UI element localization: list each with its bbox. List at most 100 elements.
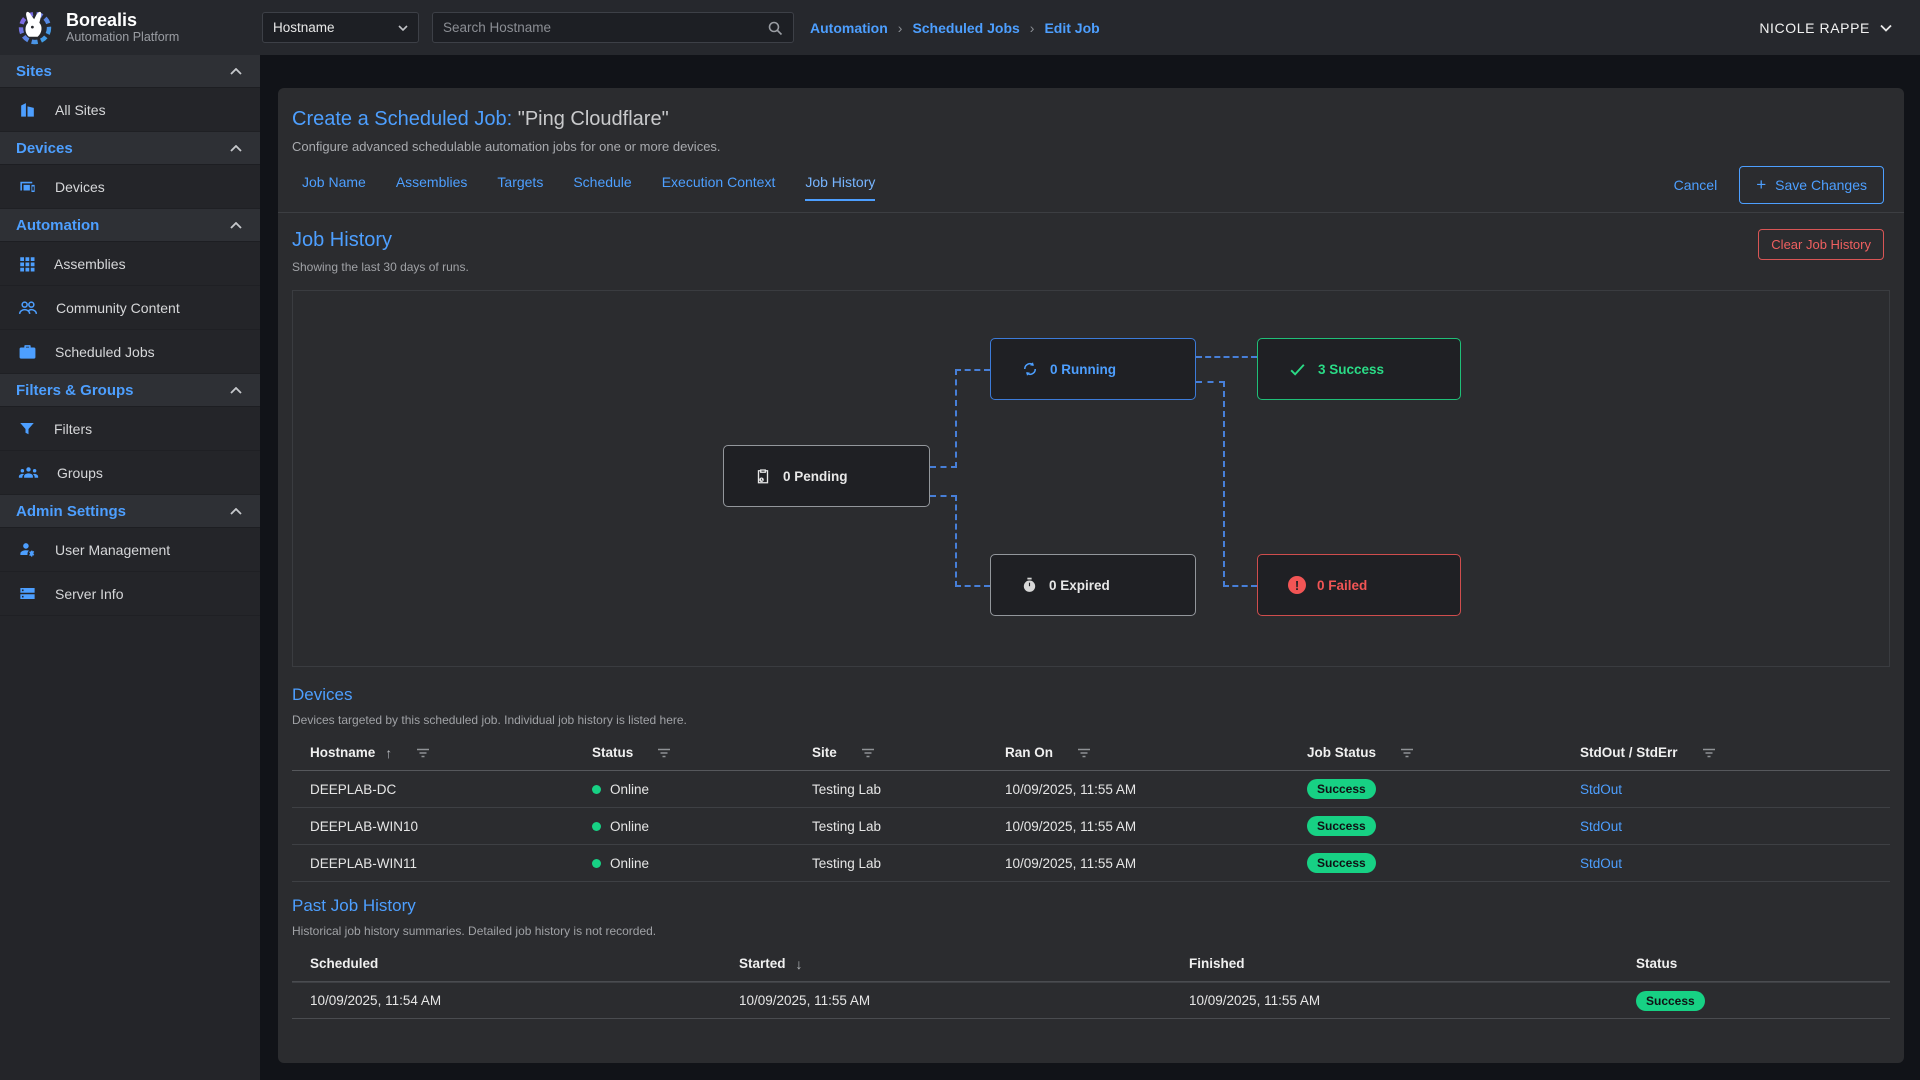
clipboard-clock-icon: [754, 467, 772, 485]
col-ran-on[interactable]: Ran On: [1005, 745, 1053, 760]
section-label: Automation: [16, 217, 99, 234]
col-started[interactable]: Started: [739, 956, 786, 971]
search-input[interactable]: [443, 20, 767, 35]
col-hostname[interactable]: Hostname: [310, 745, 375, 760]
flow-node-pending[interactable]: 0 Pending: [723, 445, 930, 507]
sort-asc-icon[interactable]: ↑: [385, 745, 392, 761]
site-cell: Testing Lab: [812, 819, 1005, 834]
connector: [930, 466, 957, 468]
filter-icon[interactable]: [416, 748, 430, 758]
sidebar-item-scheduled-jobs[interactable]: Scheduled Jobs: [0, 330, 260, 374]
table-row[interactable]: 10/09/2025, 11:54 AM 10/09/2025, 11:55 A…: [292, 982, 1890, 1019]
clear-job-history-button[interactable]: Clear Job History: [1758, 229, 1884, 260]
sidebar-item-devices[interactable]: Devices: [0, 165, 260, 209]
sidebar-section-devices[interactable]: Devices: [0, 132, 260, 165]
connector: [955, 369, 957, 468]
tab-job-history[interactable]: Job History: [805, 174, 875, 201]
online-dot-icon: [592, 785, 601, 794]
col-site[interactable]: Site: [812, 745, 837, 760]
flow-node-expired[interactable]: 0 Expired: [990, 554, 1196, 616]
past-history-subtitle: Historical job history summaries. Detail…: [292, 924, 1890, 938]
user-menu[interactable]: NICOLE RAPPE: [1759, 0, 1892, 55]
sidebar-item-label: User Management: [55, 542, 170, 558]
stdout-link[interactable]: StdOut: [1580, 782, 1622, 797]
stdout-link[interactable]: StdOut: [1580, 819, 1622, 834]
chevron-up-icon: [230, 387, 242, 394]
sidebar-item-label: All Sites: [55, 102, 106, 118]
col-status[interactable]: Status: [1636, 956, 1677, 971]
search-icon[interactable]: [767, 20, 783, 36]
connector: [1196, 356, 1257, 358]
sidebar-item-community-content[interactable]: Community Content: [0, 286, 260, 330]
started-cell: 10/09/2025, 11:55 AM: [739, 993, 1189, 1008]
search-box[interactable]: [432, 12, 794, 43]
flow-node-failed[interactable]: ! 0 Failed: [1257, 554, 1461, 616]
plus-icon: +: [1756, 175, 1766, 195]
filter-icon[interactable]: [1077, 748, 1091, 758]
save-changes-button[interactable]: + Save Changes: [1739, 166, 1884, 204]
job-history-subtitle: Showing the last 30 days of runs.: [292, 260, 1890, 274]
chevron-up-icon: [230, 145, 242, 152]
sidebar-item-all-sites[interactable]: All Sites: [0, 88, 260, 132]
table-row[interactable]: DEEPLAB-WIN11 Online Testing Lab 10/09/2…: [292, 845, 1890, 882]
expired-count-label: 0 Expired: [1049, 578, 1110, 593]
col-stdout-stderr[interactable]: StdOut / StdErr: [1580, 745, 1678, 760]
breadcrumb-edit-job[interactable]: Edit Job: [1044, 20, 1099, 36]
borealis-logo-icon: [14, 7, 56, 49]
connector: [930, 495, 957, 497]
filter-icon[interactable]: [657, 748, 671, 758]
page-subtitle: Configure advanced schedulable automatio…: [292, 139, 1890, 154]
breadcrumb-separator: ›: [1030, 20, 1035, 36]
user-name: NICOLE RAPPE: [1759, 20, 1870, 36]
sidebar-item-filters[interactable]: Filters: [0, 407, 260, 451]
flow-node-running[interactable]: 0 Running: [990, 338, 1196, 400]
tab-job-name[interactable]: Job Name: [302, 174, 366, 199]
tab-schedule[interactable]: Schedule: [573, 174, 631, 199]
check-icon: [1288, 360, 1307, 379]
stdout-link[interactable]: StdOut: [1580, 856, 1622, 871]
grid-icon: [18, 255, 36, 273]
table-row[interactable]: DEEPLAB-WIN10 Online Testing Lab 10/09/2…: [292, 808, 1890, 845]
breadcrumb-scheduled-jobs[interactable]: Scheduled Jobs: [912, 20, 1019, 36]
hostname-filter-select[interactable]: Hostname: [262, 12, 419, 43]
tabs-divider: [278, 212, 1904, 213]
breadcrumb-separator: ›: [898, 20, 903, 36]
sidebar-item-groups[interactable]: Groups: [0, 451, 260, 495]
sidebar-section-filters-groups[interactable]: Filters & Groups: [0, 374, 260, 407]
chevron-up-icon: [230, 508, 242, 515]
past-history-heading: Past Job History: [292, 896, 1890, 916]
sidebar-item-assemblies[interactable]: Assemblies: [0, 242, 260, 286]
status-badge: Success: [1307, 853, 1376, 873]
sidebar-item-user-management[interactable]: User Management: [0, 528, 260, 572]
connector: [1196, 381, 1225, 383]
hostname-cell: DEEPLAB-DC: [292, 782, 592, 797]
filter-icon[interactable]: [1400, 748, 1414, 758]
sidebar-item-label: Server Info: [55, 586, 123, 602]
table-row[interactable]: DEEPLAB-DC Online Testing Lab 10/09/2025…: [292, 771, 1890, 808]
flow-node-success[interactable]: 3 Success: [1257, 338, 1461, 400]
sidebar-item-server-info[interactable]: Server Info: [0, 572, 260, 616]
tabs-row: Job Name Assemblies Targets Schedule Exe…: [292, 174, 1890, 206]
tab-assemblies[interactable]: Assemblies: [396, 174, 468, 199]
sidebar-section-sites[interactable]: Sites: [0, 55, 260, 88]
sidebar-item-label: Community Content: [56, 300, 180, 316]
col-scheduled[interactable]: Scheduled: [310, 956, 378, 971]
sidebar-item-label: Groups: [57, 465, 103, 481]
status-badge: Success: [1307, 816, 1376, 836]
tab-targets[interactable]: Targets: [497, 174, 543, 199]
tab-execution-context[interactable]: Execution Context: [662, 174, 776, 199]
filter-icon[interactable]: [861, 748, 875, 758]
sort-desc-icon[interactable]: ↓: [796, 956, 803, 972]
section-label: Filters & Groups: [16, 382, 134, 399]
sidebar-section-automation[interactable]: Automation: [0, 209, 260, 242]
col-status[interactable]: Status: [592, 745, 633, 760]
people-icon: [18, 298, 38, 318]
col-finished[interactable]: Finished: [1189, 956, 1245, 971]
running-count-label: 0 Running: [1050, 362, 1116, 377]
col-job-status[interactable]: Job Status: [1307, 745, 1376, 760]
sidebar-section-admin-settings[interactable]: Admin Settings: [0, 495, 260, 528]
job-history-heading: Job History: [292, 229, 1890, 252]
cancel-button[interactable]: Cancel: [1674, 177, 1718, 193]
breadcrumb-automation[interactable]: Automation: [810, 20, 888, 36]
filter-icon[interactable]: [1702, 748, 1716, 758]
